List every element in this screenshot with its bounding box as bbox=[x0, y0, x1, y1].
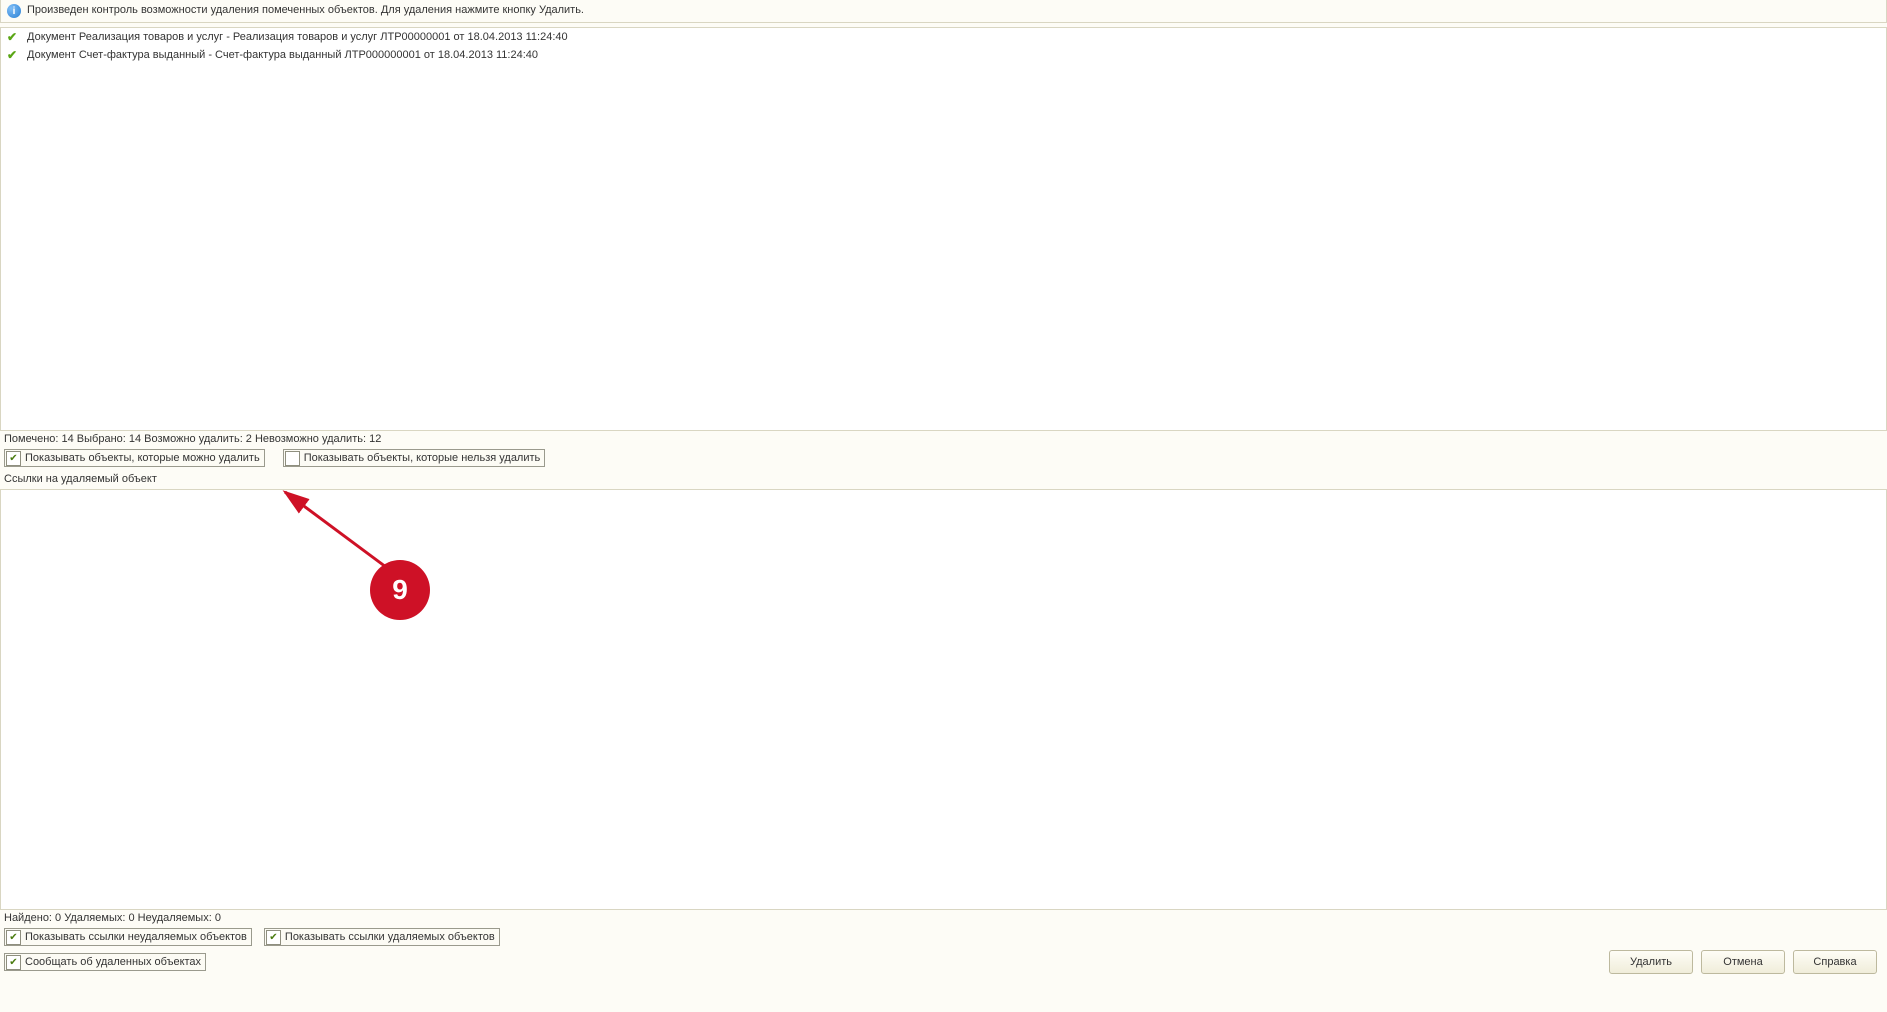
annotation-number-badge: 9 bbox=[370, 560, 430, 620]
list-item-label: Документ Реализация товаров и услуг - Ре… bbox=[27, 31, 568, 43]
checkbox-show-undeletable[interactable]: Показывать объекты, которые нельзя удали… bbox=[283, 449, 546, 467]
checkbox-label: Сообщать об удаленных объектах bbox=[25, 956, 201, 968]
check-icon: ✔ bbox=[7, 30, 21, 44]
bottom-bar: Сообщать об удаленных объектах Удалить О… bbox=[0, 948, 1887, 976]
list-item[interactable]: ✔ Документ Счет-фактура выданный - Счет-… bbox=[1, 46, 1886, 64]
checkbox-label: Показывать объекты, которые можно удалит… bbox=[25, 452, 260, 464]
links-summary: Найдено: 0 Удаляемых: 0 Неудаляемых: 0 bbox=[0, 910, 1887, 926]
summary-line: Помечено: 14 Выбрано: 14 Возможно удалит… bbox=[0, 431, 1887, 447]
help-button[interactable]: Справка bbox=[1793, 950, 1877, 974]
info-icon: i bbox=[7, 4, 21, 18]
object-filter-row: Показывать объекты, которые можно удалит… bbox=[0, 447, 1887, 469]
checkbox-icon bbox=[285, 451, 300, 466]
checkbox-show-deletable[interactable]: Показывать объекты, которые можно удалит… bbox=[4, 449, 265, 467]
checkbox-label: Показывать объекты, которые нельзя удали… bbox=[304, 452, 541, 464]
checkbox-label: Показывать ссылки удаляемых объектов bbox=[285, 931, 495, 943]
list-item-label: Документ Счет-фактура выданный - Счет-фа… bbox=[27, 49, 538, 61]
annotation-number: 9 bbox=[392, 574, 408, 606]
button-label: Отмена bbox=[1723, 956, 1762, 968]
info-bar: i Произведен контроль возможности удален… bbox=[0, 0, 1887, 23]
info-message: Произведен контроль возможности удаления… bbox=[27, 4, 584, 16]
checkbox-links-deletable[interactable]: Показывать ссылки удаляемых объектов bbox=[264, 928, 500, 946]
checkbox-label: Показывать ссылки неудаляемых объектов bbox=[25, 931, 247, 943]
objects-list[interactable]: ✔ Документ Реализация товаров и услуг - … bbox=[0, 27, 1887, 431]
checkbox-icon bbox=[6, 451, 21, 466]
links-filter-row: Показывать ссылки неудаляемых объектов П… bbox=[0, 926, 1887, 948]
checkbox-icon bbox=[6, 930, 21, 945]
check-icon: ✔ bbox=[7, 48, 21, 62]
checkbox-icon bbox=[266, 930, 281, 945]
button-label: Справка bbox=[1813, 956, 1856, 968]
delete-button[interactable]: Удалить bbox=[1609, 950, 1693, 974]
checkbox-links-undeletable[interactable]: Показывать ссылки неудаляемых объектов bbox=[4, 928, 252, 946]
button-row: Удалить Отмена Справка bbox=[1609, 950, 1883, 974]
checkbox-icon bbox=[6, 955, 21, 970]
button-label: Удалить bbox=[1630, 956, 1672, 968]
list-item[interactable]: ✔ Документ Реализация товаров и услуг - … bbox=[1, 28, 1886, 46]
cancel-button[interactable]: Отмена bbox=[1701, 950, 1785, 974]
checkbox-notify-deleted[interactable]: Сообщать об удаленных объектах bbox=[4, 953, 206, 971]
links-list[interactable] bbox=[0, 489, 1887, 910]
links-header: Ссылки на удаляемый объект bbox=[0, 471, 1887, 487]
